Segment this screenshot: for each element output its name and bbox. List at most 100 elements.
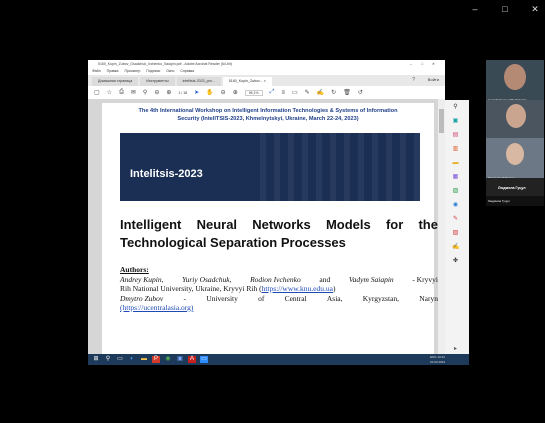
menu-file[interactable]: Файл <box>92 68 101 75</box>
tools-side-panel: ⚲ ▣ ▤ ▥ ▬ ▦ ▧ ◉ ✎ ▨ ✍ ✤ ▸ <box>445 100 469 364</box>
author-name: Yuriy Osadchuk, <box>182 274 232 284</box>
conference-header: The 4th International Workshop on Intell… <box>102 107 434 123</box>
comment-tool-icon[interactable]: ▬ <box>452 160 459 166</box>
affiliation-word: of <box>258 293 265 303</box>
select-cursor-icon[interactable]: ➤ <box>194 89 199 96</box>
edge-icon[interactable]: ◐ <box>128 356 136 363</box>
menu-sign[interactable]: Подпись <box>146 68 160 75</box>
search-icon[interactable]: ⚲ <box>143 89 147 96</box>
title-line-2: Technological Separation Processes <box>120 235 346 250</box>
conference-line-2: Security (IntelITSIS-2023, Khmelnytskyi,… <box>177 116 359 122</box>
help-icon[interactable]: ? <box>412 77 415 83</box>
author-line-3: Dmytro Zubov - University of Central Asi… <box>120 294 438 304</box>
tab-proceedings[interactable]: intelitsis-2023_pro... <box>176 77 221 86</box>
affiliation-end: ) <box>332 284 336 293</box>
zoom-level[interactable]: 96,1% <box>244 89 263 96</box>
page-indicator[interactable]: 1 / 18 <box>178 91 187 95</box>
participant-video[interactable]: Людмила Дубинюк <box>486 138 544 182</box>
rotate-icon[interactable]: ↻ <box>331 89 336 96</box>
affiliation-word: Asia, <box>326 293 343 303</box>
export-pdf-icon[interactable]: ▣ <box>452 118 459 124</box>
title-line-1: Intelligent Neural Networks Models for t… <box>120 216 438 234</box>
scrollbar-thumb[interactable] <box>439 109 444 133</box>
conference-banner: Intelitsis-2023 <box>120 133 420 201</box>
menu-window[interactable]: Окно <box>166 68 174 75</box>
organize-pages-icon[interactable]: ▧ <box>452 188 459 194</box>
sign-icon[interactable]: ✍ <box>317 89 324 96</box>
teams-icon[interactable]: ▣ <box>176 356 184 363</box>
vertical-scrollbar[interactable] <box>438 99 445 354</box>
uca-link[interactable]: (https://ucentralasia.org) <box>120 303 193 312</box>
acrobat-icon[interactable]: A <box>188 356 196 363</box>
document-viewer[interactable]: The 4th International Workshop on Intell… <box>88 99 438 358</box>
title-word: Models <box>325 217 371 232</box>
acrobat-window-controls[interactable]: – □ ✕ <box>410 60 439 68</box>
authors-heading: Authors: <box>120 265 149 274</box>
author-name: Rodion Ivchenko <box>250 274 301 284</box>
maximize-button[interactable]: □ <box>499 4 511 15</box>
delete-icon[interactable]: 🗑 <box>343 89 351 96</box>
combine-files-icon[interactable]: ▦ <box>452 174 459 180</box>
hand-icon[interactable]: ✋ <box>206 89 213 96</box>
menu-help[interactable]: Справка <box>180 68 194 75</box>
chrome-icon[interactable]: ◉ <box>164 356 172 363</box>
fit-page-icon[interactable]: ⤢ <box>270 89 275 96</box>
collapse-panel-icon[interactable]: ▸ <box>452 346 459 352</box>
tab-tools[interactable]: Инструменты <box>140 77 175 86</box>
fill-sign-icon[interactable]: ✍ <box>452 244 459 250</box>
tab-bar: Домашняя страница Инструменты intelitsis… <box>88 75 445 86</box>
protect-icon[interactable]: ▨ <box>452 230 459 236</box>
tab-home[interactable]: Домашняя страница <box>92 77 139 86</box>
zoom-out-icon[interactable]: ⊖ <box>221 89 226 96</box>
acrobat-title-bar: 5160_Kupin_Zubov_Osadchuk_Ivchenko_Saiap… <box>88 60 445 68</box>
compress-icon[interactable]: ◉ <box>452 202 459 208</box>
banner-title: Intelitsis-2023 <box>130 168 203 180</box>
participant-tile[interactable]: Людмила Гуцул <box>486 178 544 196</box>
affiliation-word: Central <box>284 293 307 303</box>
menu-edit[interactable]: Правка <box>107 68 119 75</box>
participant-face <box>506 143 524 165</box>
bookmark-icon[interactable]: ☆ <box>107 89 112 96</box>
tab-paper[interactable]: 5160_Kupin_Zubov... × <box>222 77 272 86</box>
powerpoint-icon[interactable]: P <box>152 356 160 363</box>
prev-page-icon[interactable]: ⊖ <box>154 89 159 96</box>
affiliation-word: University <box>206 293 238 303</box>
redact-icon[interactable]: ✎ <box>452 216 459 222</box>
explorer-icon[interactable]: ▬ <box>140 356 148 363</box>
participant-tile[interactable]: Людмила Гуцул <box>486 196 544 206</box>
participant-video[interactable]: Андрій Осадчук/Marhalenka <box>486 60 544 104</box>
print-icon[interactable]: ⎙ <box>119 89 124 96</box>
task-view-icon[interactable]: ▭ <box>116 356 124 363</box>
create-pdf-icon[interactable]: ▥ <box>452 146 459 152</box>
search-taskbar-icon[interactable]: ⚲ <box>104 356 112 363</box>
rotate-view-icon[interactable]: ↺ <box>358 89 363 96</box>
mail-icon[interactable]: ✉ <box>131 89 136 96</box>
author-conjunction: and <box>319 274 331 284</box>
minimize-button[interactable]: – <box>469 4 481 15</box>
zoom-app-icon[interactable]: ▭ <box>200 356 208 363</box>
knu-link[interactable]: https://www.knu.edu.ua <box>262 284 333 293</box>
zoom-in-icon[interactable]: ⊕ <box>233 89 238 96</box>
participant-name: Людмила Гуцул <box>498 186 526 190</box>
clock-date: 22.03.2023 <box>429 359 445 364</box>
comment-icon[interactable]: ▭ <box>292 89 298 96</box>
scroll-mode-icon[interactable]: ≡ <box>281 90 285 96</box>
window-controls: – □ ✕ <box>469 4 541 15</box>
close-button[interactable]: ✕ <box>529 4 541 15</box>
pen-icon[interactable]: ✎ <box>305 89 310 96</box>
save-icon[interactable]: ▢ <box>94 89 100 96</box>
search-tool-icon[interactable]: ⚲ <box>452 104 459 110</box>
menu-view[interactable]: Просмотр <box>124 68 140 75</box>
author-line-2: Rih National University, Ukraine, Kryvyi… <box>120 284 438 294</box>
signin-button[interactable]: Войти <box>428 77 439 82</box>
toolbar: ▢ ☆ ⎙ ✉ ⚲ ⊖ ⊕ 1 / 18 ➤ ✋ ⊖ ⊕ 96,1% ⤢ ≡ ▭… <box>88 86 445 100</box>
edit-pdf-icon[interactable]: ▤ <box>452 132 459 138</box>
participant-name: Людмила Гуцул <box>488 199 510 203</box>
pdf-page: The 4th International Workshop on Intell… <box>102 103 438 358</box>
next-page-icon[interactable]: ⊕ <box>166 89 171 96</box>
start-icon[interactable]: ⊞ <box>92 356 100 363</box>
author-name: Vadym Saiapin <box>348 274 394 284</box>
more-tools-icon[interactable]: ✤ <box>452 258 459 264</box>
system-tray[interactable]: ENG 10:31 22.03.2023 <box>430 355 445 364</box>
windows-taskbar: ⊞ ⚲ ▭ ◐ ▬ P ◉ ▣ A ▭ ENG 10:31 22.03.2023 <box>88 354 469 365</box>
